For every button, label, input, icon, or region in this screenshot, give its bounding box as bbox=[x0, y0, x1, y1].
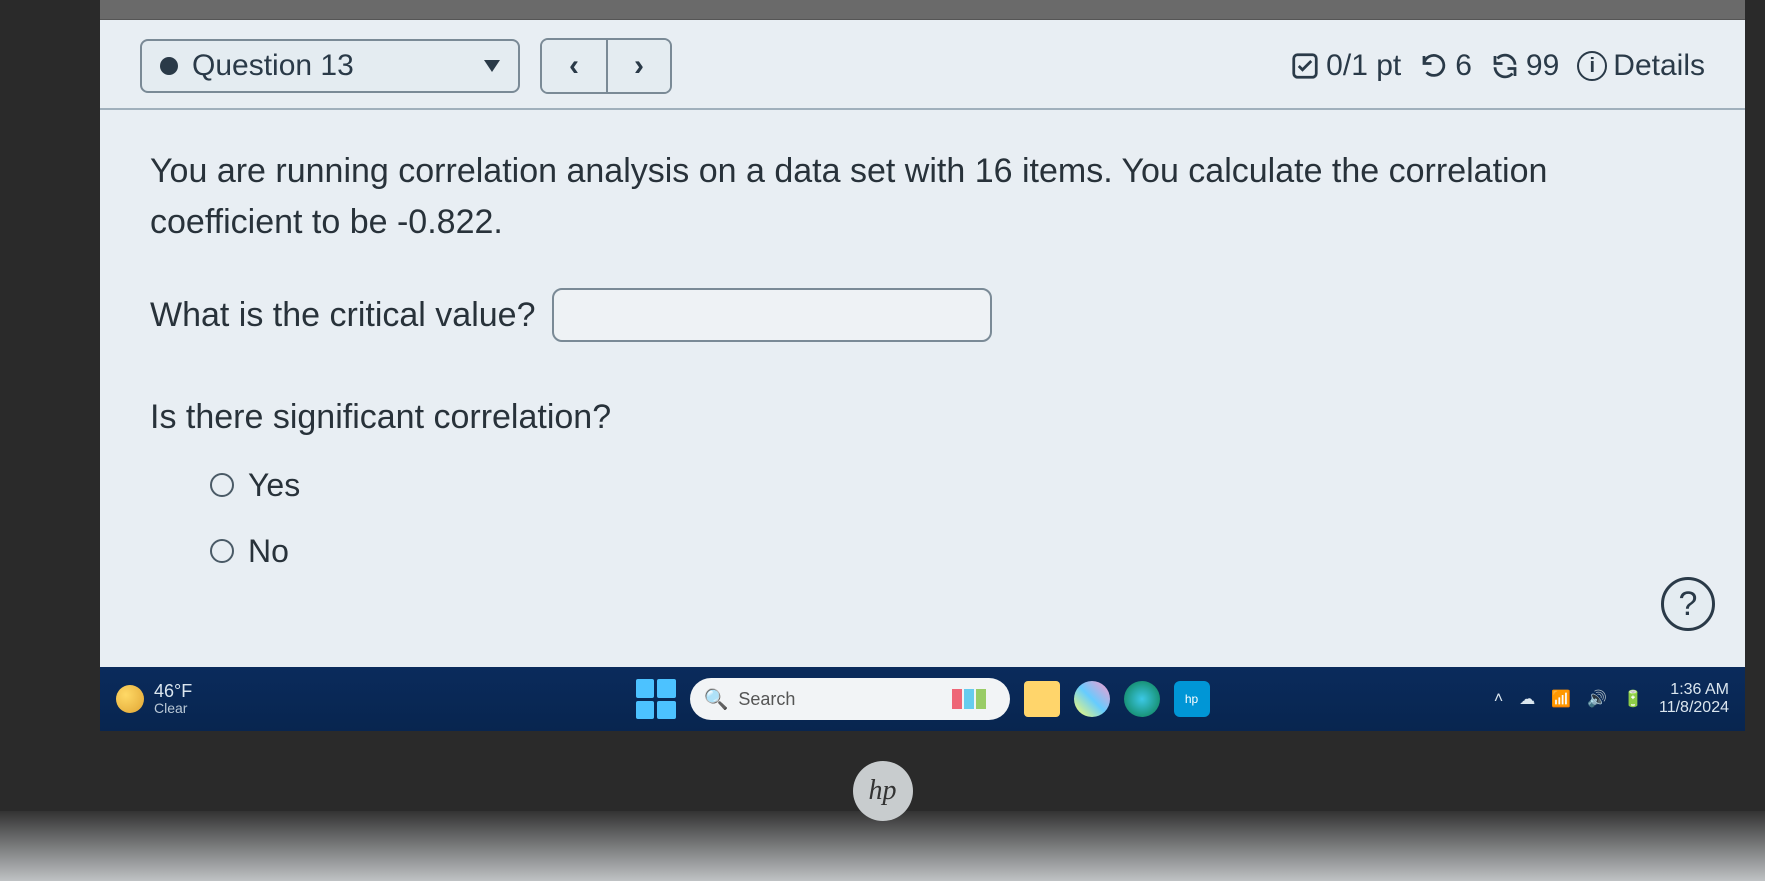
undo-icon bbox=[1419, 51, 1449, 81]
file-explorer-icon[interactable] bbox=[1024, 681, 1060, 717]
myhp-icon[interactable]: hp bbox=[1174, 681, 1210, 717]
system-tray: ˄ ☁ 📶 🔊 🔋 1:36 AM 11/8/2024 bbox=[1494, 681, 1729, 716]
chevron-down-icon bbox=[484, 60, 500, 72]
radio-icon bbox=[210, 473, 234, 497]
refresh-icon bbox=[1490, 51, 1520, 81]
option-yes-label: Yes bbox=[248, 461, 300, 509]
info-icon: i bbox=[1577, 51, 1607, 81]
search-icon: 🔍 bbox=[704, 687, 729, 712]
edge-icon[interactable] bbox=[1124, 681, 1160, 717]
clock[interactable]: 1:36 AM 11/8/2024 bbox=[1659, 681, 1729, 716]
question-selector[interactable]: Question 13 bbox=[140, 39, 520, 93]
help-icon: ? bbox=[1679, 585, 1698, 624]
next-question-button[interactable]: › bbox=[606, 40, 670, 92]
question-prompt: You are running correlation analysis on … bbox=[150, 146, 1550, 248]
question-content: You are running correlation analysis on … bbox=[100, 110, 1745, 611]
retries-count: 99 bbox=[1526, 49, 1559, 83]
taskbar-search[interactable]: 🔍 Search bbox=[690, 678, 1010, 720]
checkbox-icon bbox=[1290, 51, 1320, 81]
question-nav: ‹ › bbox=[540, 38, 672, 94]
critical-value-label: What is the critical value? bbox=[150, 290, 536, 341]
question-header: Question 13 ‹ › 0/1 pt 6 99 i Detail bbox=[100, 20, 1745, 110]
option-no-label: No bbox=[248, 527, 289, 575]
weather-widget[interactable]: 46°F Clear bbox=[116, 682, 192, 716]
attempts-status: 6 bbox=[1419, 49, 1472, 83]
prev-question-button[interactable]: ‹ bbox=[542, 40, 606, 92]
search-placeholder: Search bbox=[738, 689, 795, 710]
screen-area: Question 13 ‹ › 0/1 pt 6 99 i Detail bbox=[100, 0, 1745, 731]
score-text: 0/1 pt bbox=[1326, 49, 1401, 83]
search-decor-icons bbox=[952, 689, 986, 709]
status-dot-icon bbox=[160, 57, 178, 75]
start-button[interactable] bbox=[636, 679, 676, 719]
attempts-left: 6 bbox=[1455, 49, 1472, 83]
question-label: Question 13 bbox=[192, 49, 354, 83]
score-status: 0/1 pt bbox=[1290, 49, 1401, 83]
copilot-icon[interactable] bbox=[1074, 681, 1110, 717]
tray-date: 11/8/2024 bbox=[1659, 699, 1729, 717]
critical-value-input[interactable] bbox=[552, 288, 992, 342]
battery-icon[interactable]: 🔋 bbox=[1623, 689, 1643, 709]
details-button[interactable]: i Details bbox=[1577, 49, 1705, 83]
wifi-icon[interactable]: 📶 bbox=[1551, 689, 1571, 709]
retries-status: 99 bbox=[1490, 49, 1559, 83]
tray-chevron-icon[interactable]: ˄ bbox=[1494, 690, 1503, 708]
tray-time: 1:36 AM bbox=[1670, 681, 1729, 699]
details-label: Details bbox=[1613, 49, 1705, 83]
cloud-icon[interactable]: ☁ bbox=[1519, 689, 1535, 709]
laptop-hinge bbox=[0, 811, 1765, 881]
desk-background bbox=[0, 0, 100, 881]
weather-temp: 46°F bbox=[154, 682, 192, 701]
windows-taskbar: 46°F Clear 🔍 Search hp ˄ bbox=[100, 667, 1745, 731]
weather-cond: Clear bbox=[154, 701, 192, 716]
radio-icon bbox=[210, 539, 234, 563]
option-yes[interactable]: Yes bbox=[210, 461, 1695, 509]
critical-value-row: What is the critical value? bbox=[150, 288, 1695, 342]
window-titlebar bbox=[100, 0, 1745, 20]
taskbar-center: 🔍 Search hp bbox=[636, 678, 1210, 720]
volume-icon[interactable]: 🔊 bbox=[1587, 689, 1607, 709]
moon-icon bbox=[116, 685, 144, 713]
option-no[interactable]: No bbox=[210, 527, 1695, 575]
hp-logo: hp bbox=[853, 761, 913, 821]
significance-label: Is there significant correlation? bbox=[150, 392, 1695, 443]
question-status: 0/1 pt 6 99 i Details bbox=[1290, 49, 1705, 83]
help-button[interactable]: ? bbox=[1661, 577, 1715, 631]
